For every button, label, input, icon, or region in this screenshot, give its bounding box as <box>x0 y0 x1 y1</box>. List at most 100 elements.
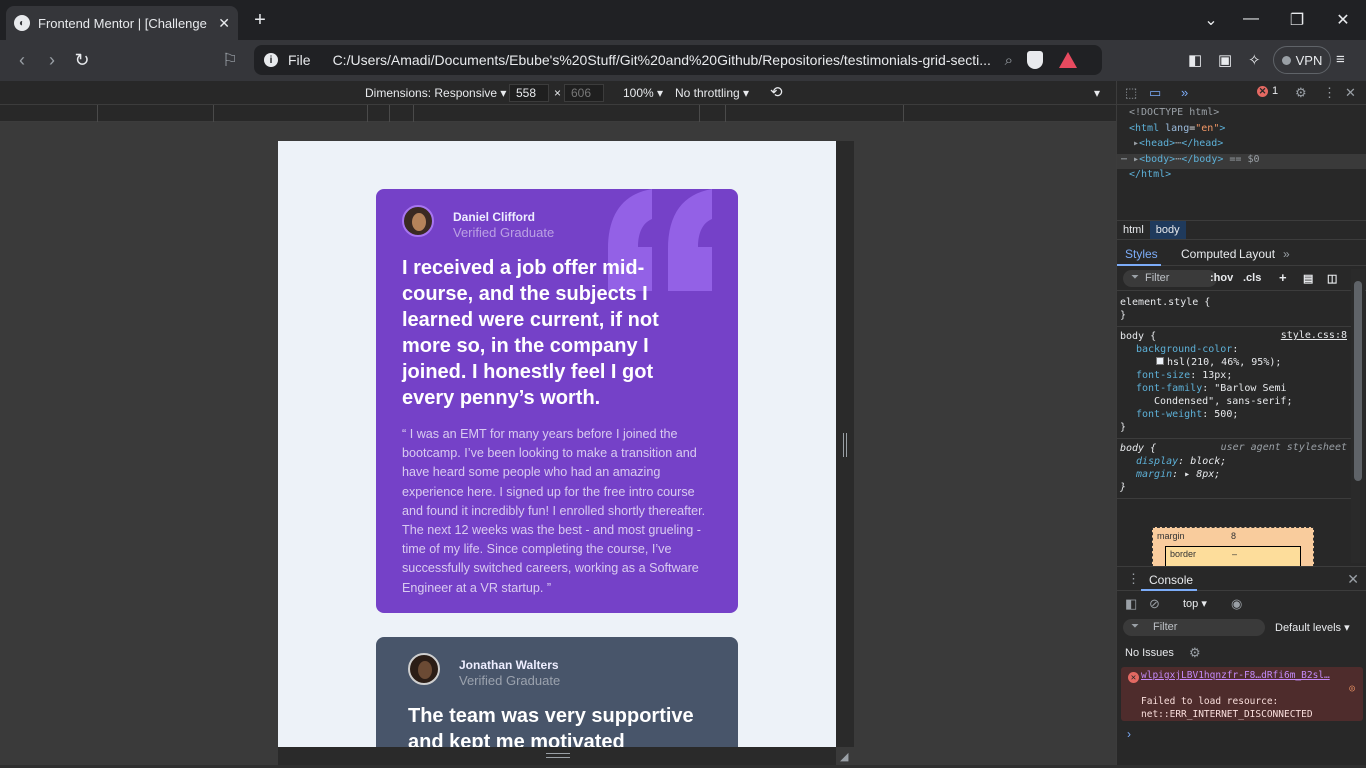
bottom-resize-gutter[interactable] <box>278 747 836 765</box>
device-options-icon[interactable]: ▾ <box>1094 86 1100 100</box>
error-counter[interactable]: ✕ 1 <box>1257 85 1278 97</box>
corner-resize-icon[interactable]: ◢ <box>840 750 848 763</box>
reload-icon[interactable]: ↻ <box>72 50 92 71</box>
ruler-segment[interactable] <box>367 105 389 122</box>
tab-computed[interactable]: Computed <box>1181 247 1236 261</box>
device-toggle-icon[interactable]: ▭ <box>1149 85 1161 101</box>
context-selector[interactable]: top ▾ <box>1183 597 1207 610</box>
sidebar-icon[interactable]: ◧ <box>1188 51 1202 69</box>
margin-value[interactable]: 8 <box>1231 531 1236 541</box>
cls-toggle[interactable]: .cls <box>1243 272 1261 284</box>
ruler-segment[interactable] <box>389 105 413 122</box>
back-icon[interactable]: ‹ <box>12 50 32 71</box>
css-property[interactable]: font-size <box>1120 370 1190 381</box>
kebab-menu-icon[interactable]: ⋮ <box>1323 85 1336 101</box>
browser-tab[interactable]: ◐ Frontend Mentor | [Challenge N ✕ <box>6 6 238 40</box>
color-swatch-icon[interactable] <box>1156 357 1164 365</box>
styles-scrollbar[interactable] <box>1351 269 1365 563</box>
console-filter-input[interactable]: Filter <box>1123 619 1265 636</box>
body-style-rule[interactable]: style.css:8 body { background-color: hsl… <box>1117 327 1351 439</box>
restore-icon[interactable]: ❐ <box>1287 10 1307 30</box>
brave-rewards-icon[interactable] <box>1058 52 1077 68</box>
ruler-segment[interactable] <box>213 105 367 122</box>
stylesheet-link[interactable]: style.css:8 <box>1281 330 1347 341</box>
css-property[interactable]: font-weight <box>1120 409 1202 420</box>
clear-console-icon[interactable]: ⊘ <box>1149 596 1160 612</box>
tab-search-icon[interactable]: ⌄ <box>1201 10 1221 30</box>
css-property[interactable]: font-family <box>1120 383 1202 394</box>
element-style-rule[interactable]: element.style { } <box>1117 293 1351 327</box>
settings-gear-icon[interactable]: ⚙ <box>1295 85 1307 101</box>
width-input[interactable]: 558 <box>509 84 549 102</box>
vpn-label: VPN <box>1295 52 1323 68</box>
close-devtools-icon[interactable]: ✕ <box>1345 85 1356 101</box>
ua-style-rule[interactable]: user agent stylesheet body { display: bl… <box>1117 439 1351 499</box>
dom-html-node[interactable]: <html lang="en"> <box>1117 123 1366 139</box>
more-subtabs-icon[interactable]: » <box>1283 247 1290 261</box>
tab-console[interactable]: Console <box>1149 573 1193 587</box>
console-error-message: ✕ wlpigxjLBV1hqnzfr-F8…dRfi6m_B2sl… ◎ Fa… <box>1121 667 1363 721</box>
border-value[interactable]: – <box>1232 549 1237 559</box>
brave-shields-icon[interactable] <box>1026 51 1043 69</box>
more-tabs-icon[interactable]: » <box>1181 85 1188 100</box>
ai-explain-icon[interactable]: ◎ <box>1349 683 1355 694</box>
breadcrumb-html[interactable]: html <box>1117 221 1150 239</box>
issues-settings-icon[interactable]: ⚙ <box>1189 645 1201 661</box>
vpn-button[interactable]: VPN <box>1273 46 1331 74</box>
css-value[interactable]: Condensed", sans-serif; <box>1154 396 1292 407</box>
new-tab-button[interactable]: + <box>250 8 270 32</box>
tab-styles[interactable]: Styles <box>1125 247 1158 261</box>
console-sidebar-icon[interactable]: ◧ <box>1125 596 1137 612</box>
url-text[interactable]: C:/Users/Amadi/Documents/Ebube's%20Stuff… <box>333 52 993 68</box>
tab-layout[interactable]: Layout <box>1239 247 1275 261</box>
add-rule-icon[interactable]: + <box>1279 270 1287 285</box>
wallet-icon[interactable]: ▣ <box>1218 51 1232 69</box>
zoom-icon[interactable]: ⌕ <box>1005 52 1013 69</box>
ruler-segment[interactable] <box>699 105 725 122</box>
tab-close-icon[interactable]: ✕ <box>218 15 230 32</box>
log-levels-dropdown[interactable]: Default levels ▾ <box>1275 621 1350 634</box>
ruler-segment[interactable] <box>97 105 213 122</box>
ruler-segment[interactable] <box>413 105 699 122</box>
leo-ai-icon[interactable]: ✧ <box>1248 51 1261 69</box>
forward-icon[interactable]: › <box>42 50 62 71</box>
dom-html-close[interactable]: </html> <box>1117 169 1366 185</box>
zoom-dropdown[interactable]: 100% ▾ <box>623 86 663 100</box>
rotate-icon[interactable]: ⟲ <box>770 83 783 101</box>
close-drawer-icon[interactable]: ✕ <box>1347 571 1359 588</box>
issues-count[interactable]: No Issues <box>1125 647 1174 659</box>
bookmark-icon[interactable]: ⚐ <box>220 50 240 71</box>
ua-stylesheet-label: user agent stylesheet <box>1220 442 1347 453</box>
console-prompt[interactable]: › <box>1127 727 1131 741</box>
scrollbar-thumb[interactable] <box>1354 281 1362 481</box>
height-input[interactable]: 606 <box>564 84 604 102</box>
close-window-icon[interactable]: ✕ <box>1333 10 1353 30</box>
live-expression-eye-icon[interactable]: ◉ <box>1231 596 1242 612</box>
site-info-icon[interactable]: i <box>264 53 278 67</box>
css-value[interactable]: "Barlow Semi <box>1214 383 1286 394</box>
resize-grip-icon[interactable] <box>546 753 570 758</box>
throttling-dropdown[interactable]: No throttling ▾ <box>675 86 749 100</box>
css-value[interactable]: hsl(210, 46%, 95%); <box>1167 357 1281 368</box>
inspect-element-icon[interactable]: ⬚ <box>1125 85 1137 101</box>
ruler-segment[interactable] <box>903 105 904 122</box>
dimensions-dropdown[interactable]: Dimensions: Responsive ▾ <box>365 86 506 100</box>
toggle-sidebar-icon[interactable]: ◫ <box>1327 272 1337 285</box>
css-property[interactable]: background-color <box>1120 344 1232 355</box>
resize-handle-icon[interactable] <box>843 433 847 457</box>
paint-icon[interactable]: ▤ <box>1303 272 1313 285</box>
console-toolbar: ◧ ⊘ top ▾ ◉ <box>1117 592 1366 616</box>
dom-head-node[interactable]: ▸<head>⋯</head> <box>1117 138 1366 154</box>
ruler-segment[interactable] <box>725 105 903 122</box>
dom-body-node[interactable]: ⋯ ▸<body>⋯</body> == $0 <box>1117 153 1366 169</box>
drawer-menu-icon[interactable]: ⋮ <box>1127 571 1140 587</box>
minimize-icon[interactable]: — <box>1241 10 1261 28</box>
css-value[interactable]: 500; <box>1214 409 1238 420</box>
breadcrumb-body[interactable]: body <box>1149 221 1186 239</box>
menu-icon[interactable]: ≡ <box>1336 51 1345 68</box>
hov-toggle[interactable]: :hov <box>1210 272 1233 284</box>
css-value[interactable]: 13px; <box>1202 370 1232 381</box>
right-resize-gutter[interactable] <box>836 141 854 747</box>
error-source-link[interactable]: wlpigxjLBV1hqnzfr-F8…dRfi6m_B2sl… <box>1141 670 1341 681</box>
address-bar[interactable]: i File C:/Users/Amadi/Documents/Ebube's%… <box>254 45 1102 75</box>
